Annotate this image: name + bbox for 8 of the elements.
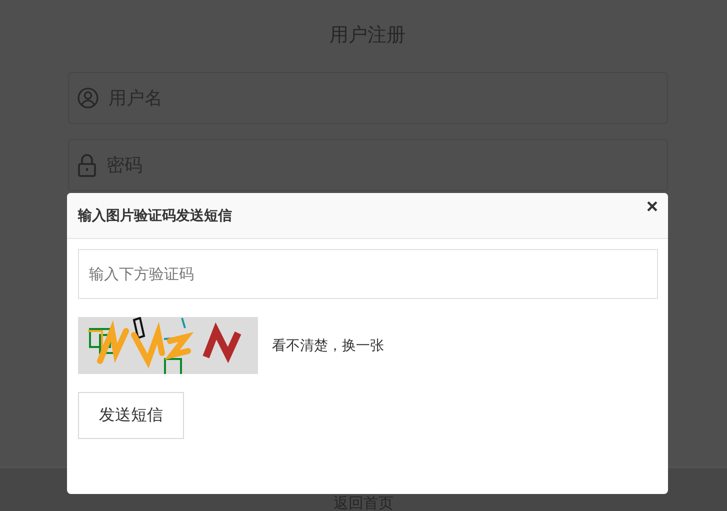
dialog-title: 输入图片验证码发送短信 [78, 206, 232, 224]
captcha-image-drawing[interactable] [78, 317, 258, 374]
lock-icon [76, 153, 96, 177]
send-sms-button[interactable]: 发送短信 [78, 392, 184, 439]
refresh-captcha-link[interactable]: 看不清楚，换一张 [272, 336, 384, 354]
captcha-input-field[interactable]: 输入下方验证码 [78, 249, 658, 299]
user-icon [76, 87, 98, 109]
close-button[interactable]: × [646, 197, 658, 217]
